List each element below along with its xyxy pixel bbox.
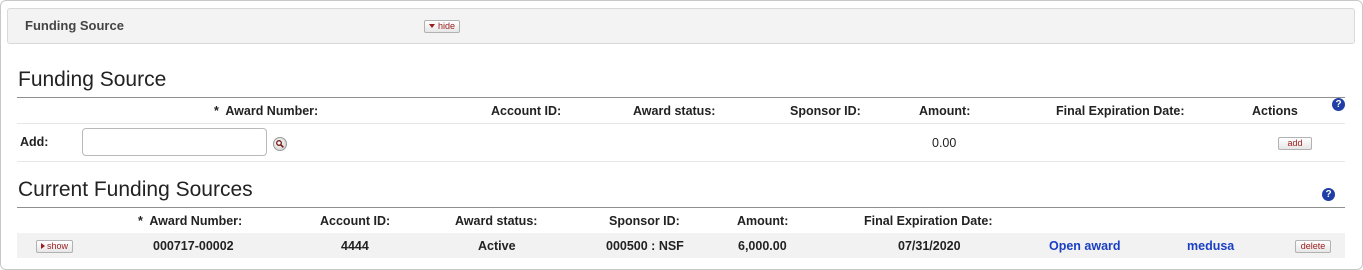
- award-number-input[interactable]: [82, 128, 267, 156]
- add-award-number-header: * Award Number:: [214, 104, 318, 118]
- add-row-divider: [17, 161, 1345, 162]
- add-award-status-header: Award status:: [633, 104, 716, 118]
- medusa-link[interactable]: medusa: [1187, 239, 1234, 253]
- hide-button[interactable]: hide: [424, 20, 461, 33]
- current-amount-header: Amount:: [737, 214, 789, 228]
- add-header-divider: [17, 123, 1345, 124]
- current-final-expiration-header: Final Expiration Date:: [864, 214, 993, 228]
- row-award-status: Active: [478, 239, 516, 253]
- add-final-expiration-header: Final Expiration Date:: [1056, 104, 1185, 118]
- show-button-label: show: [47, 241, 69, 251]
- add-section-title: Funding Source: [18, 68, 167, 91]
- required-marker: *: [214, 104, 219, 118]
- required-marker: *: [138, 214, 143, 228]
- add-button[interactable]: add: [1278, 137, 1312, 150]
- caret-right-icon: [41, 242, 45, 249]
- current-account-id-header: Account ID:: [320, 214, 391, 228]
- current-award-number-header-label: Award Number:: [149, 214, 243, 228]
- add-help-icon[interactable]: ?: [1332, 98, 1345, 111]
- panel-title: Funding Source: [25, 18, 124, 33]
- add-award-number-header-label: Award Number:: [225, 104, 319, 118]
- current-section-rule: [17, 207, 1345, 208]
- add-amount-value: 0.00: [932, 136, 957, 150]
- row-award-number: 000717-00002: [153, 239, 234, 253]
- current-award-status-header: Award status:: [455, 214, 538, 228]
- caret-down-icon: [429, 23, 435, 28]
- delete-button[interactable]: delete: [1295, 240, 1331, 253]
- hide-button-label: hide: [438, 21, 456, 31]
- add-account-id-header: Account ID:: [491, 104, 562, 118]
- add-section-rule: [17, 97, 1345, 98]
- show-button[interactable]: show: [36, 240, 74, 253]
- add-sponsor-id-header: Sponsor ID:: [790, 104, 861, 118]
- row-final-expiration: 07/31/2020: [898, 239, 961, 253]
- current-sponsor-id-header: Sponsor ID:: [609, 214, 680, 228]
- current-help-icon[interactable]: ?: [1322, 188, 1335, 201]
- add-amount-header: Amount:: [919, 104, 971, 118]
- open-award-link[interactable]: Open award: [1049, 239, 1121, 253]
- current-section-title: Current Funding Sources: [18, 178, 253, 201]
- award-lookup-icon[interactable]: [273, 137, 287, 151]
- current-award-number-header: * Award Number:: [138, 214, 242, 228]
- row-amount: 6,000.00: [738, 239, 787, 253]
- add-actions-header: Actions: [1252, 104, 1298, 118]
- add-row-label: Add:: [20, 135, 49, 149]
- panel-header: Funding Source: [7, 8, 1355, 44]
- row-sponsor-id: 000500 : NSF: [606, 239, 684, 253]
- row-account-id: 4444: [341, 239, 369, 253]
